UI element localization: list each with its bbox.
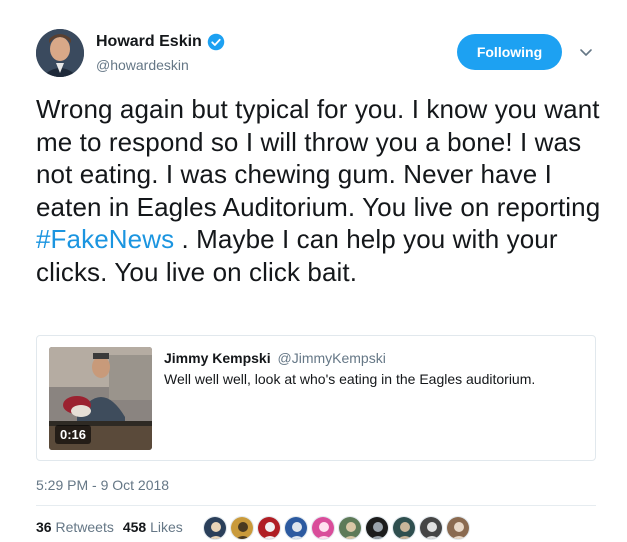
author-name[interactable]: Howard Eskin	[96, 33, 225, 51]
tweet-text-part: Wrong again but typical for you. I know …	[36, 94, 601, 222]
likes-stat[interactable]: 458 Likes	[123, 519, 183, 535]
quoted-author-handle: @JimmyKempski	[277, 350, 386, 366]
liker-avatar-image	[366, 517, 388, 539]
author-avatar[interactable]	[36, 29, 84, 77]
liker-avatar-image	[312, 517, 334, 539]
author-avatar-image	[36, 29, 84, 77]
liker-avatar[interactable]	[230, 516, 254, 540]
liker-avatar-image	[339, 517, 361, 539]
tweet-stats: 36 Retweets 458 Likes	[36, 519, 183, 535]
liker-avatar[interactable]	[203, 516, 227, 540]
author-handle[interactable]: @howardeskin	[96, 57, 189, 73]
retweets-stat[interactable]: 36 Retweets	[36, 519, 114, 535]
tweet-text: Wrong again but typical for you. I know …	[36, 93, 606, 288]
liker-avatar[interactable]	[365, 516, 389, 540]
liker-avatar-image	[447, 517, 469, 539]
quoted-tweet-text: Well well well, look at who's eating in …	[164, 371, 536, 387]
liker-avatar-image	[285, 517, 307, 539]
liker-avatar-image	[204, 517, 226, 539]
following-button[interactable]: Following	[457, 34, 562, 70]
liker-avatar[interactable]	[284, 516, 308, 540]
liker-avatar[interactable]	[392, 516, 416, 540]
liker-avatar-image	[258, 517, 280, 539]
author-name-text[interactable]: Howard Eskin	[96, 33, 202, 51]
quoted-author-name: Jimmy Kempski	[164, 350, 271, 366]
divider	[36, 505, 596, 506]
verified-badge-icon	[207, 33, 225, 51]
liker-avatar[interactable]	[419, 516, 443, 540]
liker-avatar[interactable]	[257, 516, 281, 540]
quoted-tweet-card[interactable]: 0:16 Jimmy Kempski @JimmyKempski Well we…	[36, 335, 596, 461]
hashtag-link[interactable]: #FakeNews	[36, 224, 174, 254]
liker-avatar[interactable]	[446, 516, 470, 540]
likes-label: Likes	[150, 519, 183, 535]
liker-avatar[interactable]	[311, 516, 335, 540]
quoted-author: Jimmy Kempski @JimmyKempski	[164, 350, 386, 366]
tweet-timestamp[interactable]: 5:29 PM - 9 Oct 2018	[36, 477, 169, 493]
liker-avatar-image	[420, 517, 442, 539]
video-duration: 0:16	[55, 425, 92, 444]
liker-avatars	[203, 516, 470, 540]
retweets-count: 36	[36, 519, 52, 535]
retweets-label: Retweets	[55, 519, 114, 535]
liker-avatar-image	[231, 517, 253, 539]
video-thumbnail[interactable]: 0:16	[49, 347, 152, 450]
chevron-down-icon[interactable]	[578, 44, 594, 60]
liker-avatar-image	[393, 517, 415, 539]
likes-count: 458	[122, 519, 147, 535]
liker-avatar[interactable]	[338, 516, 362, 540]
